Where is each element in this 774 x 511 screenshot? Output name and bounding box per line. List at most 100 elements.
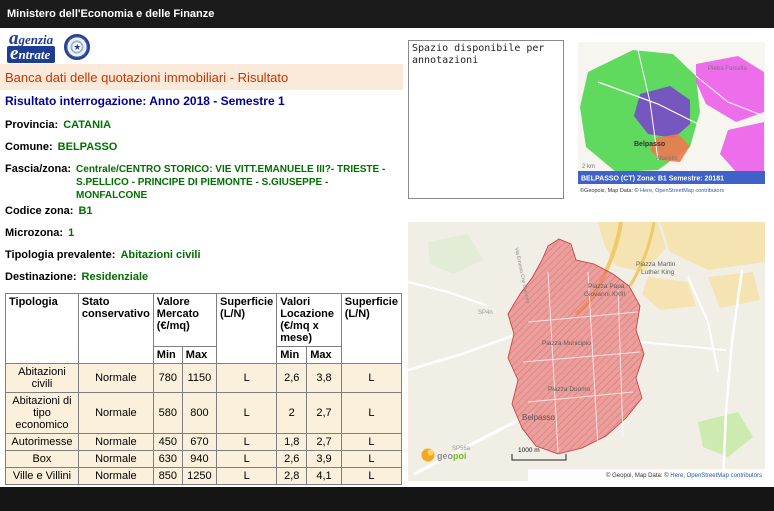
here-link[interactable]: Here (670, 473, 684, 479)
cell-vl-min: 2,6 (277, 451, 307, 468)
cell-tipologia: Autorimesse (6, 434, 79, 451)
result-panel: Risultato interrogazione: Anno 2018 - Se… (5, 94, 402, 506)
cell-vm-min: 780 (153, 364, 182, 393)
map-label-sp4n: SP4n (478, 310, 493, 316)
map-attribution: ©Geopois, Map Data: © Here, OpenStreetMa… (580, 187, 724, 194)
map-scale-label: 2 km (582, 164, 595, 170)
map-label-piazza-municipio: Piazza Municipio (542, 340, 591, 347)
state-emblem-icon: ★ (64, 34, 90, 60)
annotations-textarea[interactable]: Spazio disponibile per annotazioni (408, 40, 564, 199)
map-label-belpasso: Belpasso (522, 413, 555, 422)
cell-superficie-2: L (341, 434, 401, 451)
geopoi-text-geo: geo (437, 451, 454, 461)
cell-vm-max: 1150 (182, 364, 216, 393)
map-label-altarello: Altarello (656, 156, 678, 162)
field-codice-zona: Codice zona: B1 (5, 205, 402, 218)
cell-vm-min: 630 (153, 451, 182, 468)
cell-vm-max: 1250 (182, 468, 216, 485)
field-value: BELPASSO (58, 141, 118, 154)
cell-superficie-2: L (341, 364, 401, 393)
table-row: Abitazioni di tipo economico Normale 580… (6, 393, 402, 434)
cell-vm-min: 850 (153, 468, 182, 485)
cell-superficie-2: L (341, 393, 401, 434)
geopoi-logo: geopoi (422, 449, 467, 462)
bottom-bar (0, 487, 774, 511)
field-label: Provincia: (5, 119, 58, 132)
cell-vm-min: 450 (153, 434, 182, 451)
cell-superficie-1: L (217, 434, 277, 451)
agenzia-entrate-logo[interactable]: agenzia entrate ★ (7, 33, 90, 63)
col-header-superficie-1: Superficie (L/N) (217, 294, 277, 364)
map-label-pietra-forcella: Pietra Forcella (708, 66, 747, 72)
field-value: Abitazioni civili (120, 249, 200, 262)
col-header-min-1: Min (153, 347, 182, 364)
cell-tipologia: Abitazioni civili (6, 364, 79, 393)
col-header-max-1: Max (182, 347, 216, 364)
cell-vl-min: 2,6 (277, 364, 307, 393)
col-header-stato: Stato conservativo (78, 294, 153, 364)
col-header-valore-mercato: Valore Mercato (€/mq) (153, 294, 216, 347)
openstreetmap-link[interactable]: OpenStreetMap contributors (655, 188, 724, 194)
field-label: Comune: (5, 141, 53, 154)
page-title-bar: Banca dati delle quotazioni immobiliari … (0, 64, 403, 90)
field-destinazione: Destinazione: Residenziale (5, 271, 402, 284)
zone-overview-map[interactable]: Pietra Forcella Belpasso Altarello 2 km … (578, 42, 765, 195)
geopoi-logo-icon-inner (428, 450, 434, 456)
cell-superficie-2: L (341, 468, 401, 485)
map-label-giovanni-xxiii: Giovanni XXIII (584, 291, 626, 298)
map-attribution: © Geopoi, Map Data: © Here, OpenStreetMa… (606, 472, 762, 479)
zone-detail-map[interactable]: Piazza Martin Luther King Piazza Papa Gi… (408, 222, 765, 481)
map-scale-label: 1000 m (518, 447, 540, 454)
cell-stato: Normale (78, 468, 153, 485)
field-value: Centrale/CENTRO STORICO: VIE VITT.EMANUE… (76, 163, 402, 202)
page: Ministero dell'Economia e delle Finanze … (0, 0, 774, 511)
field-label: Fascia/zona: (5, 163, 71, 202)
cell-stato: Normale (78, 434, 153, 451)
cell-stato: Normale (78, 393, 153, 434)
map-label-luther-king: Luther King (641, 269, 675, 276)
col-header-superficie-2: Superficie (L/N) (341, 294, 401, 364)
col-header-min-2: Min (277, 347, 307, 364)
field-label: Microzona: (5, 227, 63, 240)
cell-vm-max: 940 (182, 451, 216, 468)
cell-superficie-1: L (217, 451, 277, 468)
map-label-belpasso: Belpasso (634, 141, 665, 148)
geopoi-wordmark: geopoi (437, 451, 467, 461)
field-label: Tipologia prevalente: (5, 249, 115, 262)
attribution-text: © Geopoi, Map Data: © (606, 472, 670, 479)
cell-tipologia: Ville e Villini (6, 468, 79, 485)
field-provincia: Provincia: CATANIA (5, 119, 402, 132)
col-header-valori-locazione: Valori Locazione (€/mq x mese) (277, 294, 342, 347)
ministry-bar: Ministero dell'Economia e delle Finanze (0, 0, 774, 28)
field-value: Residenziale (82, 271, 149, 284)
here-link[interactable]: Here (640, 188, 652, 194)
cell-vl-min: 2 (277, 393, 307, 434)
cell-vl-min: 2,8 (277, 468, 307, 485)
cell-superficie-2: L (341, 451, 401, 468)
col-header-tipologia: Tipologia (6, 294, 79, 364)
cell-vl-max: 4,1 (307, 468, 342, 485)
cell-vl-max: 3,8 (307, 364, 342, 393)
cell-vl-max: 2,7 (307, 393, 342, 434)
cell-superficie-1: L (217, 468, 277, 485)
logo-word-entrate: entrate (7, 46, 55, 63)
map-label-piazza-martin: Piazza Martin (636, 261, 676, 268)
field-tipologia-prevalente: Tipologia prevalente: Abitazioni civili (5, 249, 402, 262)
map-label-piazza-papa: Piazza Papa (588, 283, 625, 290)
cell-vl-max: 3,9 (307, 451, 342, 468)
field-value: B1 (78, 205, 92, 218)
result-query-line: Risultato interrogazione: Anno 2018 - Se… (5, 94, 402, 108)
cell-superficie-1: L (217, 364, 277, 393)
table-row: Ville e Villini Normale 850 1250 L 2,8 4… (6, 468, 402, 485)
field-microzona: Microzona: 1 (5, 227, 402, 240)
cell-vm-max: 800 (182, 393, 216, 434)
cell-tipologia: Abitazioni di tipo economico (6, 393, 79, 434)
openstreetmap-link[interactable]: OpenStreetMap contributors (687, 473, 762, 479)
geopoi-text-poi: poi (453, 451, 467, 461)
table-row: Box Normale 630 940 L 2,6 3,9 L (6, 451, 402, 468)
cell-vl-max: 2,7 (307, 434, 342, 451)
cell-vm-min: 580 (153, 393, 182, 434)
quotazioni-table: Tipologia Stato conservativo Valore Merc… (5, 293, 402, 485)
cell-stato: Normale (78, 364, 153, 393)
table-row: Autorimesse Normale 450 670 L 1,8 2,7 L (6, 434, 402, 451)
